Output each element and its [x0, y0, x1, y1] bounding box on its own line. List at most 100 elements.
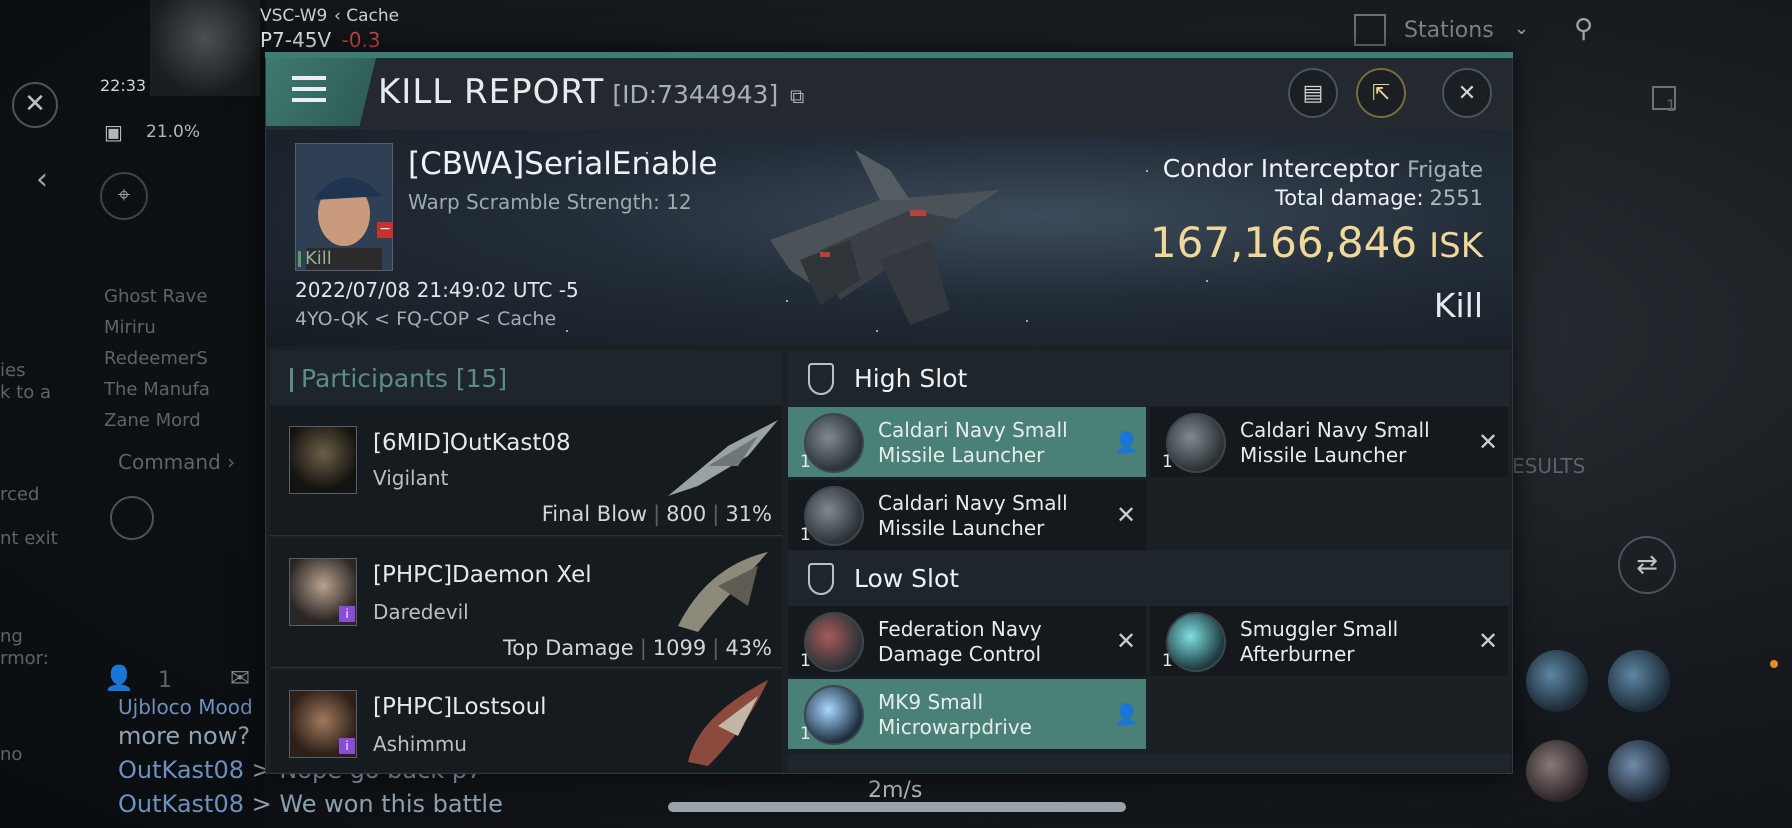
destroyed-icon: ✕ — [1116, 627, 1137, 655]
copy-icon[interactable]: ⧉ — [790, 84, 805, 108]
chevron-down-icon[interactable]: ⌄ — [1514, 18, 1529, 39]
menu-icon — [292, 76, 326, 102]
back-to-cache-link[interactable]: ‹ Cache — [334, 6, 399, 26]
list-item[interactable]: Miriru — [104, 317, 210, 348]
speed-readout: 2m/s — [868, 778, 923, 803]
victim-tag: Kill — [298, 248, 332, 269]
share-icon: ⇱ — [1371, 80, 1391, 106]
bottom-scrollbar[interactable] — [668, 802, 1126, 812]
item-name: Caldari Navy Small Missile Launcher — [878, 491, 1068, 540]
page-title: KILL REPORT [ID:7344943] ⧉ — [378, 72, 806, 112]
cargo-box-icon: ▣ — [104, 120, 123, 144]
target-button[interactable] — [110, 496, 154, 540]
missile-launcher-icon — [804, 413, 864, 473]
chevron-left-icon: ‹ — [334, 6, 341, 26]
participant-name: [PHPC]Lostsoul — [373, 694, 547, 720]
share-button[interactable]: ⇱ — [1356, 68, 1406, 118]
victim-datetime: 2022/07/08 21:49:02 UTC -5 — [295, 278, 579, 302]
participant-portrait[interactable] — [289, 426, 357, 494]
item-qty: 1 — [800, 452, 811, 472]
clipboard-button[interactable]: ▤ — [1288, 68, 1338, 118]
participant-stats: Top Damage | 1099 | 43% — [502, 636, 772, 660]
status-dot — [1770, 660, 1778, 668]
location-name: P7-45V -0.3 — [260, 28, 381, 52]
menu-button[interactable] — [266, 58, 376, 126]
command-button[interactable]: Command › — [118, 450, 235, 474]
destroyed-icon: ✕ — [1478, 428, 1499, 456]
shield-icon — [808, 363, 834, 395]
list-item[interactable]: Ghost Rave — [104, 286, 210, 317]
chat-partial: Ujbloco Mood — [118, 695, 253, 719]
chevron-left-icon[interactable]: ‹ — [36, 162, 48, 197]
missile-launcher-icon — [1166, 413, 1226, 473]
module-slot-icon[interactable] — [1526, 740, 1588, 802]
missile-launcher-icon — [804, 486, 864, 546]
shield-icon — [808, 563, 834, 595]
microwarpdrive-icon — [804, 685, 864, 745]
filter-icon[interactable]: ⚲ — [1574, 14, 1593, 44]
cargo-percent: 21.0% — [146, 122, 201, 142]
clipboard-icon: ▤ — [1302, 80, 1324, 106]
close-button[interactable]: ✕ — [1442, 68, 1492, 118]
list-item[interactable]: RedeemerS — [104, 348, 210, 379]
people-icon[interactable]: 👤 — [104, 664, 134, 692]
participants-title: Participants [15] — [290, 364, 507, 393]
participant-ship-image — [678, 676, 778, 768]
ship-class: Frigate — [1407, 158, 1483, 183]
fragment: ies — [0, 360, 26, 381]
module-slot-icon[interactable] — [1526, 650, 1588, 712]
victim-status-badge: − — [377, 222, 393, 238]
item-qty: 1 — [800, 724, 811, 744]
fragment: ng — [0, 626, 23, 647]
people-count: 1 — [158, 668, 172, 693]
high-slot-title: High Slot — [854, 364, 968, 393]
victim-name[interactable]: [CBWA]SerialEnable — [408, 146, 717, 182]
low-slot-title: Low Slot — [854, 564, 960, 593]
close-hud-button[interactable]: ✕ — [12, 82, 58, 128]
item-qty: 1 — [800, 651, 811, 671]
mail-icon[interactable]: ✉ — [230, 664, 250, 692]
module-slot-icon[interactable] — [1608, 650, 1670, 712]
scroll-indicator[interactable] — [788, 754, 1510, 772]
item-name: MK9 Small Microwarpdrive — [878, 690, 1032, 739]
result-label: Kill — [1433, 286, 1483, 325]
results-label: ESULTS — [1512, 454, 1586, 478]
item-qty: 1 — [800, 525, 811, 545]
fragment: rced — [0, 484, 40, 505]
ship-name[interactable]: Condor Interceptor Frigate — [1163, 154, 1483, 183]
system-name: VSC-W9 — [260, 6, 328, 26]
victim-ship-image — [760, 140, 1020, 330]
person-icon: 👤 — [1114, 430, 1139, 454]
left-list: Ghost Rave Miriru RedeemerS The Manufa Z… — [104, 286, 210, 441]
list-item[interactable]: The Manufa — [104, 379, 210, 410]
location-pin-button[interactable]: ⌖ — [100, 172, 148, 220]
participant-ship-image — [668, 416, 780, 498]
item-name: Caldari Navy Small Missile Launcher — [1240, 418, 1430, 467]
participant-stats: Final Blow | 800 | 31% — [541, 502, 772, 526]
participant-ship: Ashimmu — [373, 732, 467, 756]
participant-ship-image — [668, 546, 780, 636]
stations-label: Stations — [1404, 18, 1494, 43]
participant-badge: i — [339, 606, 355, 622]
participant-name: [6MID]OutKast08 — [373, 430, 571, 456]
victim-location[interactable]: 4YO-QK < FQ-COP < Cache — [295, 308, 556, 330]
close-icon: ✕ — [1457, 80, 1477, 106]
isk-value: 167,166,846 ISK — [1149, 218, 1483, 267]
fragment: nt exit — [0, 528, 58, 549]
list-item[interactable]: Zane Mord — [104, 410, 210, 441]
module-slot-icon[interactable] — [1608, 740, 1670, 802]
damage-control-icon — [804, 612, 864, 672]
destroyed-icon: ✕ — [1478, 627, 1499, 655]
fragment: no — [0, 744, 23, 765]
item-qty: 1 — [1162, 651, 1173, 671]
security-status: -0.3 — [341, 28, 381, 52]
afterburner-icon — [1166, 612, 1226, 672]
item-qty: 1 — [1162, 452, 1173, 472]
stations-checkbox[interactable] — [1354, 14, 1386, 46]
swap-button[interactable]: ⇄ — [1618, 536, 1676, 594]
participant-name: [PHPC]Daemon Xel — [373, 562, 592, 588]
report-id: [ID:7344943] — [612, 80, 779, 109]
participant-badge: i — [339, 738, 355, 754]
item-name: Federation Navy Damage Control — [878, 617, 1042, 666]
participant-ship: Vigilant — [373, 466, 449, 490]
